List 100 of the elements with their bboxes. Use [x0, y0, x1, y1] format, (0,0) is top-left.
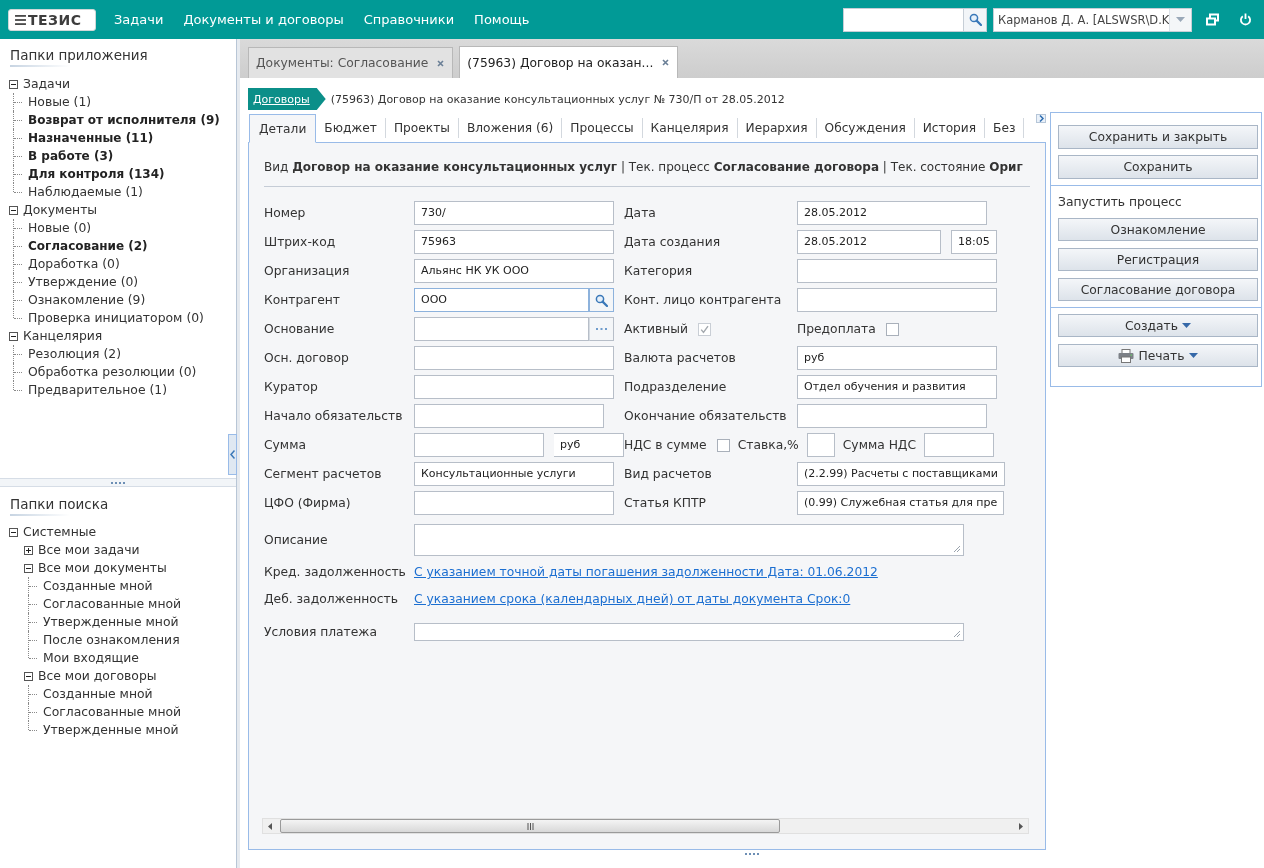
amount-field[interactable]: [414, 433, 544, 457]
tree-item[interactable]: Все мои задачи: [38, 541, 140, 559]
close-icon[interactable]: [437, 59, 445, 67]
text-field[interactable]: [414, 375, 614, 399]
tree-item[interactable]: Обработка резолюции (0): [28, 363, 197, 381]
restore-window-button[interactable]: [1206, 13, 1219, 26]
action-button[interactable]: Сохранить и закрыть: [1058, 125, 1258, 149]
detail-tab[interactable]: Детали: [249, 114, 317, 143]
splitter-grip-icon[interactable]: [110, 481, 126, 484]
text-field[interactable]: [414, 491, 614, 515]
detail-tab[interactable]: Без: [985, 118, 1025, 138]
lookup-field[interactable]: ООО: [414, 288, 589, 312]
tree-item[interactable]: Новые (0): [28, 219, 92, 237]
tree-item[interactable]: Новые (1): [28, 93, 92, 111]
tree-item[interactable]: Утверждение (0): [28, 273, 139, 291]
tree-item[interactable]: Согласованные мной: [43, 703, 182, 721]
tree-item[interactable]: Утвержденные мной: [43, 613, 179, 631]
horizontal-scrollbar[interactable]: [262, 818, 1029, 834]
tree-item[interactable]: Резолюция (2): [28, 345, 122, 363]
search-field[interactable]: [843, 7, 963, 32]
text-field[interactable]: [797, 288, 997, 312]
text-field[interactable]: [797, 259, 997, 283]
text-field[interactable]: (0.99) Служебная статья для пре: [797, 491, 1005, 515]
process-button[interactable]: Ознакомление: [1058, 218, 1258, 241]
document-tab[interactable]: Документы: Согласование: [248, 47, 454, 78]
checkbox[interactable]: [885, 322, 899, 336]
tree-item[interactable]: Мои входящие: [43, 649, 139, 667]
tree-item[interactable]: Системные: [23, 523, 97, 541]
document-tab[interactable]: (75963) Договор на оказан...: [459, 46, 679, 78]
tree-item[interactable]: Возврат от исполнителя (9): [28, 111, 220, 129]
tree-item[interactable]: Предварительное (1): [28, 381, 168, 399]
currency-field[interactable]: руб: [554, 433, 624, 457]
minus-icon[interactable]: [9, 205, 18, 215]
right-arrow-icon[interactable]: [1019, 822, 1023, 830]
scrollbar-thumb[interactable]: [280, 819, 780, 833]
tree-item[interactable]: После ознакомления: [43, 631, 180, 649]
tree-item[interactable]: Согласование (2): [28, 237, 148, 255]
vat-amount-field[interactable]: [924, 433, 995, 457]
text-field[interactable]: 730/: [414, 201, 614, 225]
text-field[interactable]: [414, 346, 614, 370]
tree-item[interactable]: Созданные мной: [43, 577, 153, 595]
power-button[interactable]: [1239, 13, 1252, 26]
left-arrow-icon[interactable]: [268, 822, 272, 830]
checkbox[interactable]: [716, 438, 730, 452]
tree-item[interactable]: Все мои договоры: [38, 667, 157, 685]
detail-tab[interactable]: Вложения (6): [458, 118, 563, 138]
tree-item[interactable]: Задачи: [23, 75, 71, 93]
minus-icon[interactable]: [9, 79, 18, 89]
tree-item[interactable]: Все мои документы: [38, 559, 167, 577]
print-button[interactable]: Печать: [1058, 344, 1258, 367]
date-field[interactable]: [797, 404, 987, 428]
percent-field[interactable]: [806, 433, 835, 457]
minus-icon[interactable]: [9, 331, 18, 341]
text-field[interactable]: (2.2.99) Расчеты с поставщиками: [797, 462, 1005, 486]
collapse-sidebar-button[interactable]: [228, 434, 237, 475]
detail-tab[interactable]: Бюджет: [316, 118, 386, 138]
logo[interactable]: ТЕЗИС: [8, 8, 96, 31]
tree-item[interactable]: Назначенные (11): [28, 129, 154, 147]
detail-tab[interactable]: История: [914, 118, 986, 138]
terms-link[interactable]: С указанием срока (календарных дней) от даты документа Срок:0: [414, 592, 851, 606]
scroll-tabs-button[interactable]: [1036, 114, 1046, 123]
date-field[interactable]: 28.05.2012: [797, 201, 987, 225]
date-field[interactable]: 28.05.2012: [797, 230, 941, 254]
action-button[interactable]: Сохранить: [1058, 155, 1258, 179]
text-field[interactable]: руб: [797, 346, 997, 370]
textarea-field[interactable]: [414, 524, 964, 556]
breadcrumb-link[interactable]: Договоры: [248, 88, 326, 110]
menu-button[interactable]: Создать: [1058, 314, 1258, 337]
resize-grip-icon[interactable]: [952, 544, 961, 553]
user-dropdown[interactable]: Карманов Д. А. [ALSWSR\D.K: [993, 7, 1192, 32]
tree-item[interactable]: Документы: [23, 201, 98, 219]
minus-icon[interactable]: [24, 671, 33, 681]
tree-item[interactable]: Наблюдаемые (1): [28, 183, 143, 201]
textarea-field[interactable]: [414, 623, 964, 641]
terms-link[interactable]: С указанием точной даты погашения задолженности Дата: 01.06.2012: [414, 565, 878, 579]
search-button[interactable]: [589, 288, 614, 312]
process-button[interactable]: Согласование договора: [1058, 278, 1258, 301]
resize-grip-icon[interactable]: [952, 629, 961, 638]
tree-item[interactable]: Согласованные мной: [43, 595, 182, 613]
tree-item[interactable]: Ознакомление (9): [28, 291, 146, 309]
text-field[interactable]: Альянс НК УК ООО: [414, 259, 614, 283]
close-icon[interactable]: [662, 59, 670, 66]
time-field[interactable]: 18:05: [951, 230, 997, 254]
minus-icon[interactable]: [9, 527, 18, 537]
more-button[interactable]: [589, 317, 614, 341]
tree-item[interactable]: Доработка (0): [28, 255, 120, 273]
minus-icon[interactable]: [24, 563, 33, 573]
date-field[interactable]: [414, 404, 604, 428]
process-button[interactable]: Регистрация: [1058, 248, 1258, 271]
detail-tab[interactable]: Иерархия: [737, 118, 817, 138]
tree-item[interactable]: Созданные мной: [43, 685, 153, 703]
text-field[interactable]: Консультационные услуги: [414, 462, 614, 486]
text-field[interactable]: 75963: [414, 230, 614, 254]
text-field[interactable]: Отдел обучения и развития: [797, 375, 997, 399]
search-button[interactable]: [963, 7, 987, 32]
detail-tab[interactable]: Проекты: [385, 118, 459, 138]
plus-icon[interactable]: [24, 545, 33, 555]
tree-item[interactable]: В работе (3): [28, 147, 114, 165]
detail-tab[interactable]: Процессы: [562, 118, 643, 138]
text-field[interactable]: [414, 317, 589, 341]
